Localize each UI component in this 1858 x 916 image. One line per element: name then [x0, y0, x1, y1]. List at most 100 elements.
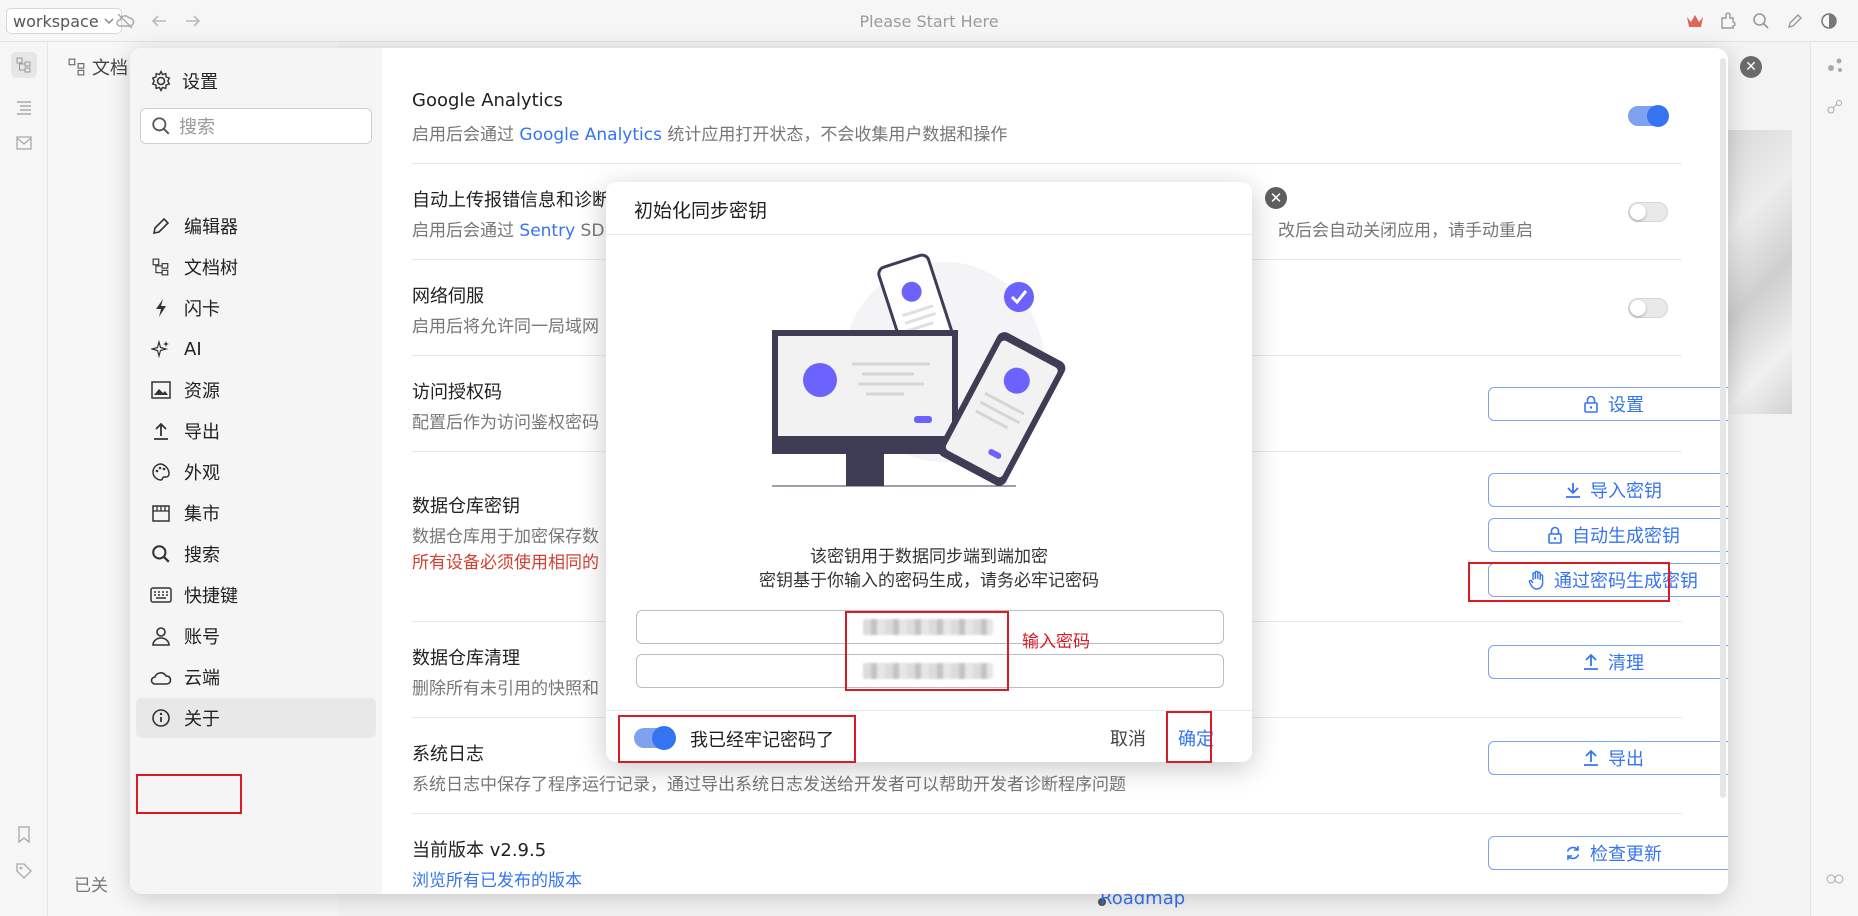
setting-desc: 配置后作为访问鉴权密码	[412, 413, 599, 433]
purge-button[interactable]: 清理	[1488, 645, 1728, 679]
crown-icon[interactable]	[1684, 10, 1706, 32]
nav-item-appearance[interactable]: 外观	[136, 452, 376, 492]
nav-item-label: 文档树	[184, 258, 238, 279]
nav-item-account[interactable]: 账号	[136, 616, 376, 656]
inbox-icon[interactable]	[13, 132, 35, 154]
button-label: 自动生成密钥	[1572, 526, 1680, 547]
google-analytics-toggle[interactable]	[1628, 105, 1669, 127]
upload-icon	[150, 420, 172, 442]
lock-icon	[1546, 526, 1564, 544]
search-icon	[150, 543, 172, 565]
search-icon[interactable]	[1750, 10, 1772, 32]
all-releases-link[interactable]: 浏览所有已发布的版本	[412, 866, 582, 891]
export-log-button[interactable]: 导出	[1488, 741, 1728, 775]
doc-tree-dock-icon[interactable]	[11, 52, 37, 78]
dialog-divider	[606, 234, 1252, 235]
button-label: 导出	[1608, 749, 1644, 770]
import-key-button[interactable]: 导入密钥	[1488, 473, 1728, 507]
setting-title: 网络伺服	[412, 286, 484, 307]
nav-item-search[interactable]: 搜索	[136, 534, 376, 574]
annotation-box-about	[136, 774, 242, 814]
nav-item-assets[interactable]: 资源	[136, 370, 376, 410]
left-dock	[0, 42, 48, 916]
graph-icon[interactable]	[1824, 54, 1846, 76]
setting-desc: 启用后会通过 Sentry SD	[412, 216, 604, 241]
setting-title: 数据仓库密钥	[412, 496, 520, 517]
store-icon	[150, 502, 172, 524]
button-label: 检查更新	[1590, 844, 1662, 865]
button-label: 导入密钥	[1590, 481, 1662, 502]
nav-item-label: 云端	[184, 668, 220, 689]
plugin-icon[interactable]	[1716, 10, 1738, 32]
nav-item-doc-tree[interactable]: 文档树	[136, 247, 376, 287]
sync-devices-illustration	[772, 253, 1066, 487]
desc-text: 启用后会通过	[412, 125, 520, 145]
nav-item-keymap[interactable]: 快捷键	[136, 575, 376, 615]
setting-title: 自动上传报错信息和诊断	[412, 190, 610, 211]
upload-icon	[1582, 749, 1600, 767]
search-icon	[152, 117, 170, 135]
download-icon	[1564, 481, 1582, 499]
mode-icon[interactable]	[1818, 10, 1840, 32]
annotation-box-remember	[618, 715, 856, 763]
nav-item-editor[interactable]: 编辑器	[136, 206, 376, 246]
access-code-set-button[interactable]: 设置	[1488, 387, 1728, 421]
link-icon[interactable]	[1824, 868, 1846, 890]
annotation-note: 输入密码	[1022, 632, 1090, 652]
settings-search-input[interactable]: 搜索	[140, 108, 372, 144]
global-graph-icon[interactable]	[1824, 96, 1846, 118]
sentry-link[interactable]: Sentry	[519, 221, 575, 241]
tag-icon[interactable]	[13, 860, 35, 882]
button-label: 清理	[1608, 653, 1644, 674]
doc-tree-icon	[150, 256, 172, 278]
document-title: Please Start Here	[859, 12, 999, 31]
nav-item-label: 编辑器	[184, 217, 238, 238]
desc-text: 启用后会通过	[412, 221, 520, 241]
nav-item-flashcard[interactable]: 闪卡	[136, 288, 376, 328]
palette-icon	[150, 461, 172, 483]
setting-desc-tail: 改后会自动关闭应用，请手动重启	[1278, 221, 1533, 241]
edit-icon[interactable]	[1784, 10, 1806, 32]
setting-desc: 启用后将允许同一局域网	[412, 317, 599, 337]
setting-warning: 所有设备必须使用相同的	[412, 553, 599, 573]
nav-item-export[interactable]: 导出	[136, 411, 376, 451]
info-icon	[150, 707, 172, 729]
auto-generate-key-button[interactable]: 自动生成密钥	[1488, 518, 1728, 552]
error-report-toggle[interactable]	[1628, 202, 1668, 222]
setting-title: 访问授权码	[412, 382, 502, 403]
nav-item-ai[interactable]: AI	[136, 329, 376, 369]
top-bar: workspace Please Start Here	[0, 0, 1858, 42]
setting-title: 当前版本 v2.9.5	[412, 840, 547, 861]
tab-close-icon[interactable]: ✕	[1740, 56, 1762, 78]
nav-item-label: 快捷键	[184, 586, 238, 607]
nav-item-label: 外观	[184, 463, 220, 484]
cancel-button[interactable]: 取消	[1110, 725, 1146, 751]
annotation-box-password-fields	[845, 611, 1009, 691]
setting-desc: 启用后会通过 Google Analytics 统计应用打开状态，不会收集用户数…	[412, 120, 1007, 145]
right-dock	[1810, 42, 1858, 916]
nav-item-about[interactable]: 关于	[136, 698, 376, 738]
nav-item-cloud[interactable]: 云端	[136, 657, 376, 697]
upload-icon	[1582, 653, 1600, 671]
nav-item-label: 集市	[184, 504, 220, 525]
nav-item-bazaar[interactable]: 集市	[136, 493, 376, 533]
nav-item-label: 闪卡	[184, 299, 220, 320]
network-serve-toggle[interactable]	[1628, 298, 1668, 318]
settings-scrollbar[interactable]	[1720, 58, 1726, 798]
dialog-divider	[606, 710, 1252, 711]
close-icon[interactable]: ✕	[1265, 187, 1287, 209]
doc-tree-header: 文档	[68, 54, 128, 80]
nav-item-label: 搜索	[184, 545, 220, 566]
setting-desc: 系统日志中保存了程序运行记录，通过导出系统日志发送给开发者可以帮助开发者诊断程序…	[412, 775, 1126, 795]
google-analytics-link[interactable]: Google Analytics	[519, 125, 662, 145]
desc-text: SD	[575, 221, 605, 241]
setting-title: 数据仓库清理	[412, 648, 520, 669]
doc-tree-header-icon	[68, 58, 85, 76]
outline-icon[interactable]	[13, 96, 35, 118]
check-update-button[interactable]: 检查更新	[1488, 836, 1728, 870]
lightning-icon	[150, 297, 172, 319]
cloud-icon	[150, 666, 172, 688]
bookmark-icon[interactable]	[13, 824, 35, 846]
closed-notebooks-label[interactable]: 已关	[74, 871, 108, 896]
settings-title: 设置	[182, 72, 218, 93]
